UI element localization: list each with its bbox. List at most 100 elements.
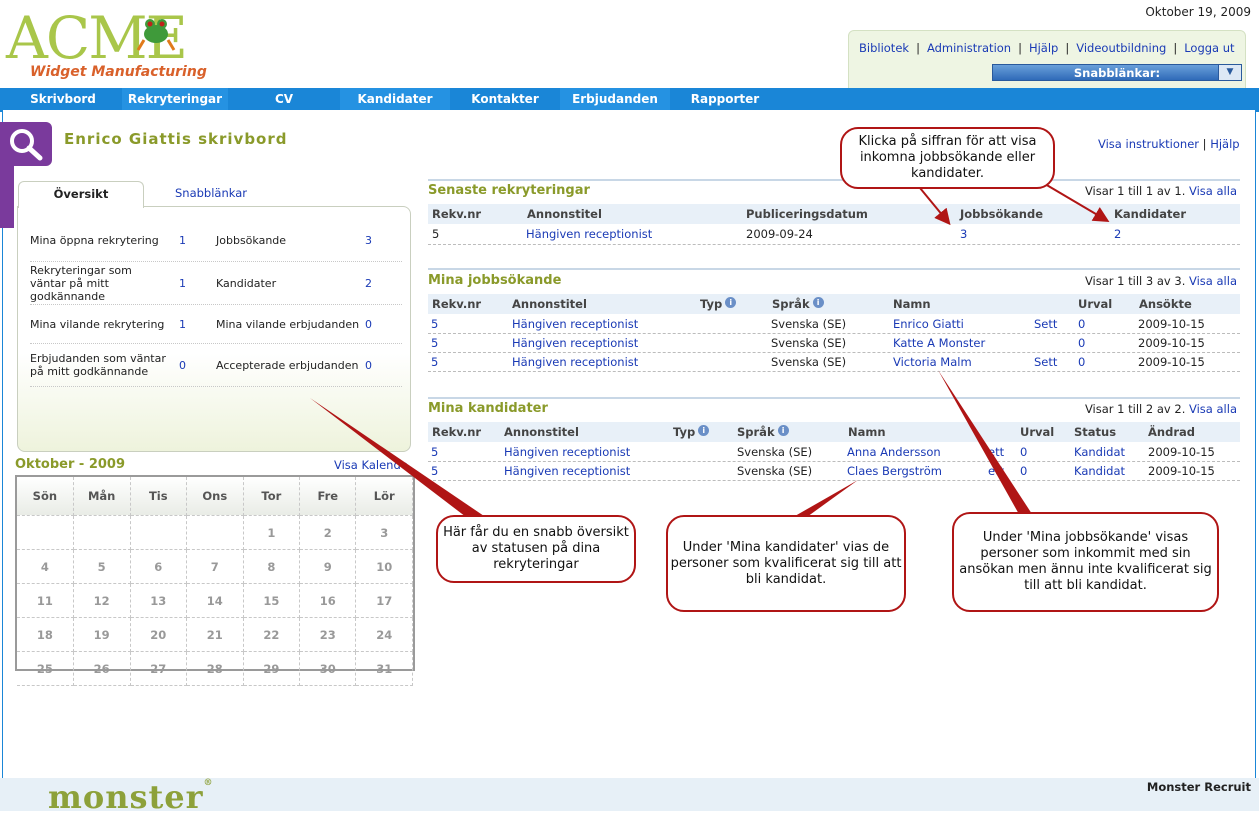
selection-link[interactable]: 0 xyxy=(1020,464,1027,478)
overview-value-link[interactable]: 1 xyxy=(179,318,186,331)
req-number-link[interactable]: 5 xyxy=(431,464,438,478)
calendar-day[interactable]: 23 xyxy=(299,617,357,652)
link-video-training[interactable]: Videoutbildning xyxy=(1076,41,1166,55)
seen-status[interactable]: Sett xyxy=(1034,355,1057,369)
tab-oversikt[interactable]: Översikt xyxy=(18,181,144,208)
overview-value-link[interactable]: 1 xyxy=(179,277,186,290)
ad-title-link[interactable]: Hängiven receptionist xyxy=(504,464,630,478)
calendar-day[interactable]: 14 xyxy=(186,583,244,618)
ad-title-link[interactable]: Hängiven receptionist xyxy=(504,445,630,459)
calendar-day[interactable]: 4 xyxy=(17,549,74,584)
overview-value-link[interactable]: 0 xyxy=(365,359,372,372)
weekday-label: Lör xyxy=(355,477,413,516)
link-help[interactable]: Hjälp xyxy=(1029,41,1058,55)
calendar-day[interactable]: 8 xyxy=(243,549,301,584)
status-link[interactable]: Kandidat xyxy=(1074,464,1125,478)
nav-rapporter[interactable]: Rapporter xyxy=(670,88,780,110)
info-icon[interactable]: i xyxy=(725,297,737,308)
calendar-day[interactable]: 2 xyxy=(299,515,357,550)
calendar-day[interactable]: 29 xyxy=(243,651,301,686)
candidates-count-link[interactable]: 2 xyxy=(1114,227,1121,241)
calendar-day[interactable]: 1 xyxy=(243,515,301,550)
nav-kandidater[interactable]: Kandidater xyxy=(340,88,450,110)
calendar-day[interactable]: 13 xyxy=(130,583,187,618)
calendar-day[interactable]: 31 xyxy=(355,651,413,686)
info-icon[interactable]: i xyxy=(812,297,824,308)
seen-status[interactable]: ett xyxy=(988,445,1004,459)
status-link[interactable]: Kandidat xyxy=(1074,445,1125,459)
nav-kontakter[interactable]: Kontakter xyxy=(450,88,560,110)
selection-link[interactable]: 0 xyxy=(1078,355,1085,369)
nav-cv[interactable]: CV xyxy=(228,88,340,110)
show-all-link[interactable]: Visa alla xyxy=(1189,184,1237,198)
overview-value-link[interactable]: 1 xyxy=(179,234,186,247)
selection-link[interactable]: 0 xyxy=(1020,445,1027,459)
candidate-name-link[interactable]: Anna Andersson xyxy=(847,445,941,459)
calendar-day[interactable]: 20 xyxy=(130,617,187,652)
nav-skrivbord[interactable]: Skrivbord xyxy=(4,88,122,110)
overview-value-link[interactable]: 0 xyxy=(365,318,372,331)
calendar-day[interactable]: 12 xyxy=(73,583,131,618)
show-instructions-link[interactable]: Visa instruktioner xyxy=(1098,137,1199,151)
monster-logo[interactable]: monster® xyxy=(48,778,213,816)
info-icon[interactable]: i xyxy=(698,425,710,436)
link-bibliotek[interactable]: Bibliotek xyxy=(859,41,909,55)
show-all-link[interactable]: Visa alla xyxy=(1189,402,1237,416)
calendar-day[interactable]: 10 xyxy=(355,549,413,584)
ad-title-link[interactable]: Hängiven receptionist xyxy=(512,336,638,350)
calendar-day[interactable]: 3 xyxy=(355,515,413,550)
calendar-day[interactable]: 11 xyxy=(17,583,74,618)
job-seekers-count-link[interactable]: 3 xyxy=(960,227,967,241)
ad-title-link[interactable]: Hängiven receptionist xyxy=(526,227,652,241)
ad-title-link[interactable]: Hängiven receptionist xyxy=(512,355,638,369)
quicklinks-select[interactable]: Snabblänkar: ▼ xyxy=(992,64,1242,81)
show-calendar-link[interactable]: Visa Kalender xyxy=(334,458,408,472)
applicant-name-link[interactable]: Enrico Giatti xyxy=(893,317,964,331)
candidate-name-link[interactable]: Claes Bergström xyxy=(847,464,942,478)
ad-title-link[interactable]: Hängiven receptionist xyxy=(512,317,638,331)
selection-link[interactable]: 0 xyxy=(1078,317,1085,331)
help-link[interactable]: Hjälp xyxy=(1210,137,1239,151)
calendar-day[interactable]: 28 xyxy=(186,651,244,686)
overview-value-link[interactable]: 0 xyxy=(179,359,186,372)
link-logout[interactable]: Logga ut xyxy=(1184,41,1234,55)
calendar-day[interactable]: 17 xyxy=(355,583,413,618)
calendar-day[interactable]: 21 xyxy=(186,617,244,652)
acme-logo[interactable]: ACME Widget Manufacturing xyxy=(6,8,207,86)
calendar-day[interactable]: 16 xyxy=(299,583,357,618)
show-all-link[interactable]: Visa alla xyxy=(1189,274,1237,288)
calendar-day[interactable]: 24 xyxy=(355,617,413,652)
calendar-day[interactable]: 5 xyxy=(73,549,131,584)
overview-value-link[interactable]: 3 xyxy=(365,234,372,247)
calendar-day[interactable]: 19 xyxy=(73,617,131,652)
applicant-name-link[interactable]: Victoria Malm xyxy=(893,355,972,369)
calendar-day[interactable]: 9 xyxy=(299,549,357,584)
calendar-day[interactable]: 15 xyxy=(243,583,301,618)
selection-link[interactable]: 0 xyxy=(1078,336,1085,350)
language: Svenska (SE) xyxy=(771,317,847,331)
req-number-link[interactable]: 5 xyxy=(431,336,438,350)
req-number-link[interactable]: 5 xyxy=(431,445,438,459)
calendar-day[interactable]: 27 xyxy=(130,651,187,686)
calendar-day[interactable]: 18 xyxy=(17,617,74,652)
overview-value-link[interactable]: 2 xyxy=(365,277,372,290)
calendar-day[interactable]: 22 xyxy=(243,617,301,652)
req-number-link[interactable]: 5 xyxy=(431,355,438,369)
weekday-label: Ons xyxy=(186,477,244,516)
seen-status[interactable]: ett xyxy=(988,464,1004,478)
nav-erbjudanden[interactable]: Erbjudanden xyxy=(560,88,670,110)
calendar-day[interactable]: 7 xyxy=(186,549,244,584)
link-administration[interactable]: Administration xyxy=(927,41,1011,55)
chevron-down-icon[interactable]: ▼ xyxy=(1218,65,1241,80)
seen-status[interactable]: Sett xyxy=(1034,317,1057,331)
calendar-day[interactable]: 26 xyxy=(73,651,131,686)
calendar-day[interactable]: 25 xyxy=(17,651,74,686)
req-number-link[interactable]: 5 xyxy=(431,317,438,331)
calendar-day[interactable]: 6 xyxy=(130,549,187,584)
product-name: Monster Recruit xyxy=(1146,780,1251,794)
calendar-day[interactable]: 30 xyxy=(299,651,357,686)
nav-rekryteringar[interactable]: Rekryteringar xyxy=(122,88,228,110)
tab-snabblankar[interactable]: Snabblänkar xyxy=(175,186,247,200)
applicant-name-link[interactable]: Katte A Monster xyxy=(893,336,985,350)
info-icon[interactable]: i xyxy=(777,425,789,436)
